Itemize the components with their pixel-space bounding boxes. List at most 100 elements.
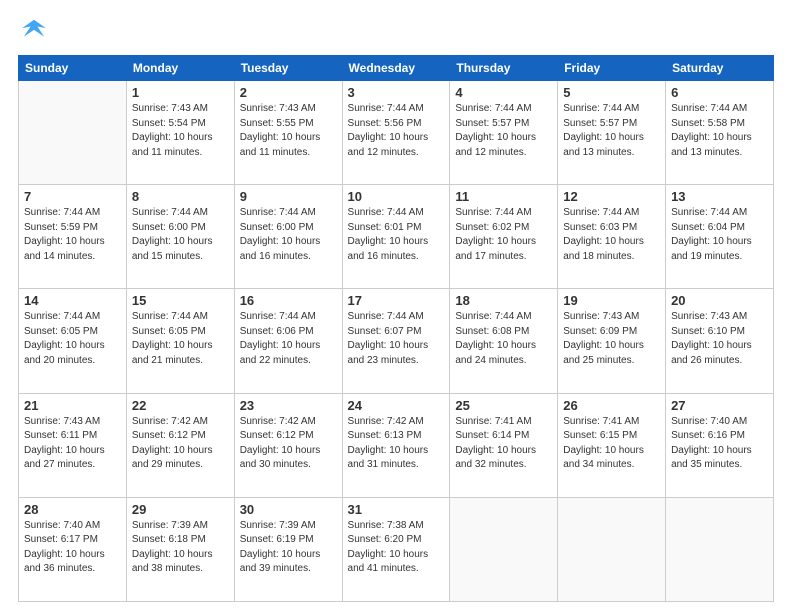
day-number: 7 bbox=[24, 189, 121, 204]
calendar-day-cell bbox=[666, 497, 774, 601]
weekday-header-cell: Friday bbox=[558, 56, 666, 81]
day-number: 24 bbox=[348, 398, 445, 413]
header bbox=[18, 18, 774, 45]
day-info: Sunrise: 7:43 AM Sunset: 6:11 PM Dayligh… bbox=[24, 415, 121, 473]
day-number: 9 bbox=[240, 189, 337, 204]
day-info: Sunrise: 7:43 AM Sunset: 6:10 PM Dayligh… bbox=[671, 310, 768, 368]
logo-bird-icon bbox=[20, 18, 48, 40]
weekday-header-cell: Sunday bbox=[19, 56, 127, 81]
sunrise-text: Sunrise: 7:44 AM bbox=[240, 207, 316, 218]
sunrise-text: Sunrise: 7:40 AM bbox=[671, 416, 747, 427]
daylight-text: Daylight: 10 hours and 41 minutes. bbox=[348, 549, 429, 575]
calendar-day-cell: 11 Sunrise: 7:44 AM Sunset: 6:02 PM Dayl… bbox=[450, 185, 558, 289]
daylight-text: Daylight: 10 hours and 31 minutes. bbox=[348, 445, 429, 471]
day-number: 13 bbox=[671, 189, 768, 204]
day-info: Sunrise: 7:44 AM Sunset: 5:59 PM Dayligh… bbox=[24, 206, 121, 264]
sunrise-text: Sunrise: 7:41 AM bbox=[455, 416, 531, 427]
sunset-text: Sunset: 6:17 PM bbox=[24, 534, 98, 545]
sunrise-text: Sunrise: 7:44 AM bbox=[671, 103, 747, 114]
page: SundayMondayTuesdayWednesdayThursdayFrid… bbox=[0, 0, 792, 612]
day-number: 5 bbox=[563, 85, 660, 100]
sunset-text: Sunset: 5:54 PM bbox=[132, 118, 206, 129]
sunrise-text: Sunrise: 7:40 AM bbox=[24, 520, 100, 531]
day-info: Sunrise: 7:44 AM Sunset: 6:02 PM Dayligh… bbox=[455, 206, 552, 264]
calendar-day-cell: 29 Sunrise: 7:39 AM Sunset: 6:18 PM Dayl… bbox=[126, 497, 234, 601]
day-info: Sunrise: 7:42 AM Sunset: 6:12 PM Dayligh… bbox=[240, 415, 337, 473]
calendar-day-cell: 17 Sunrise: 7:44 AM Sunset: 6:07 PM Dayl… bbox=[342, 289, 450, 393]
calendar-day-cell bbox=[19, 81, 127, 185]
calendar-day-cell: 1 Sunrise: 7:43 AM Sunset: 5:54 PM Dayli… bbox=[126, 81, 234, 185]
daylight-text: Daylight: 10 hours and 12 minutes. bbox=[455, 132, 536, 158]
sunset-text: Sunset: 6:01 PM bbox=[348, 222, 422, 233]
sunset-text: Sunset: 6:02 PM bbox=[455, 222, 529, 233]
sunrise-text: Sunrise: 7:44 AM bbox=[671, 207, 747, 218]
daylight-text: Daylight: 10 hours and 39 minutes. bbox=[240, 549, 321, 575]
sunset-text: Sunset: 6:06 PM bbox=[240, 326, 314, 337]
calendar-day-cell: 3 Sunrise: 7:44 AM Sunset: 5:56 PM Dayli… bbox=[342, 81, 450, 185]
daylight-text: Daylight: 10 hours and 18 minutes. bbox=[563, 236, 644, 262]
sunrise-text: Sunrise: 7:44 AM bbox=[348, 103, 424, 114]
sunset-text: Sunset: 6:11 PM bbox=[24, 430, 97, 441]
day-info: Sunrise: 7:44 AM Sunset: 6:01 PM Dayligh… bbox=[348, 206, 445, 264]
sunset-text: Sunset: 6:13 PM bbox=[348, 430, 422, 441]
day-number: 22 bbox=[132, 398, 229, 413]
day-number: 17 bbox=[348, 293, 445, 308]
day-info: Sunrise: 7:44 AM Sunset: 6:00 PM Dayligh… bbox=[132, 206, 229, 264]
day-info: Sunrise: 7:44 AM Sunset: 6:08 PM Dayligh… bbox=[455, 310, 552, 368]
sunrise-text: Sunrise: 7:42 AM bbox=[240, 416, 316, 427]
daylight-text: Daylight: 10 hours and 32 minutes. bbox=[455, 445, 536, 471]
sunset-text: Sunset: 6:09 PM bbox=[563, 326, 637, 337]
daylight-text: Daylight: 10 hours and 20 minutes. bbox=[24, 340, 105, 366]
daylight-text: Daylight: 10 hours and 15 minutes. bbox=[132, 236, 213, 262]
calendar-day-cell: 31 Sunrise: 7:38 AM Sunset: 6:20 PM Dayl… bbox=[342, 497, 450, 601]
daylight-text: Daylight: 10 hours and 29 minutes. bbox=[132, 445, 213, 471]
daylight-text: Daylight: 10 hours and 36 minutes. bbox=[24, 549, 105, 575]
sunset-text: Sunset: 6:00 PM bbox=[240, 222, 314, 233]
weekday-header-cell: Thursday bbox=[450, 56, 558, 81]
day-info: Sunrise: 7:44 AM Sunset: 5:56 PM Dayligh… bbox=[348, 102, 445, 160]
daylight-text: Daylight: 10 hours and 19 minutes. bbox=[671, 236, 752, 262]
calendar-day-cell: 21 Sunrise: 7:43 AM Sunset: 6:11 PM Dayl… bbox=[19, 393, 127, 497]
calendar-day-cell: 23 Sunrise: 7:42 AM Sunset: 6:12 PM Dayl… bbox=[234, 393, 342, 497]
calendar-day-cell: 30 Sunrise: 7:39 AM Sunset: 6:19 PM Dayl… bbox=[234, 497, 342, 601]
calendar-day-cell: 28 Sunrise: 7:40 AM Sunset: 6:17 PM Dayl… bbox=[19, 497, 127, 601]
day-info: Sunrise: 7:44 AM Sunset: 5:57 PM Dayligh… bbox=[455, 102, 552, 160]
sunrise-text: Sunrise: 7:43 AM bbox=[671, 311, 747, 322]
sunset-text: Sunset: 6:12 PM bbox=[240, 430, 314, 441]
day-info: Sunrise: 7:43 AM Sunset: 5:54 PM Dayligh… bbox=[132, 102, 229, 160]
daylight-text: Daylight: 10 hours and 27 minutes. bbox=[24, 445, 105, 471]
calendar-day-cell: 5 Sunrise: 7:44 AM Sunset: 5:57 PM Dayli… bbox=[558, 81, 666, 185]
sunset-text: Sunset: 6:15 PM bbox=[563, 430, 637, 441]
day-number: 15 bbox=[132, 293, 229, 308]
day-info: Sunrise: 7:44 AM Sunset: 5:58 PM Dayligh… bbox=[671, 102, 768, 160]
sunrise-text: Sunrise: 7:44 AM bbox=[132, 207, 208, 218]
sunset-text: Sunset: 6:05 PM bbox=[24, 326, 98, 337]
day-info: Sunrise: 7:40 AM Sunset: 6:16 PM Dayligh… bbox=[671, 415, 768, 473]
sunset-text: Sunset: 5:58 PM bbox=[671, 118, 745, 129]
calendar-body: 1 Sunrise: 7:43 AM Sunset: 5:54 PM Dayli… bbox=[19, 81, 774, 602]
day-number: 11 bbox=[455, 189, 552, 204]
sunset-text: Sunset: 6:19 PM bbox=[240, 534, 314, 545]
sunset-text: Sunset: 6:12 PM bbox=[132, 430, 206, 441]
calendar-day-cell: 25 Sunrise: 7:41 AM Sunset: 6:14 PM Dayl… bbox=[450, 393, 558, 497]
sunrise-text: Sunrise: 7:44 AM bbox=[348, 207, 424, 218]
calendar-day-cell: 2 Sunrise: 7:43 AM Sunset: 5:55 PM Dayli… bbox=[234, 81, 342, 185]
sunrise-text: Sunrise: 7:44 AM bbox=[563, 207, 639, 218]
sunset-text: Sunset: 6:20 PM bbox=[348, 534, 422, 545]
day-info: Sunrise: 7:42 AM Sunset: 6:13 PM Dayligh… bbox=[348, 415, 445, 473]
sunrise-text: Sunrise: 7:44 AM bbox=[348, 311, 424, 322]
sunrise-text: Sunrise: 7:44 AM bbox=[563, 103, 639, 114]
day-number: 1 bbox=[132, 85, 229, 100]
day-number: 3 bbox=[348, 85, 445, 100]
calendar-day-cell: 15 Sunrise: 7:44 AM Sunset: 6:05 PM Dayl… bbox=[126, 289, 234, 393]
day-info: Sunrise: 7:44 AM Sunset: 6:03 PM Dayligh… bbox=[563, 206, 660, 264]
calendar-week-row: 21 Sunrise: 7:43 AM Sunset: 6:11 PM Dayl… bbox=[19, 393, 774, 497]
calendar-day-cell: 4 Sunrise: 7:44 AM Sunset: 5:57 PM Dayli… bbox=[450, 81, 558, 185]
day-number: 16 bbox=[240, 293, 337, 308]
sunrise-text: Sunrise: 7:43 AM bbox=[132, 103, 208, 114]
day-info: Sunrise: 7:44 AM Sunset: 6:05 PM Dayligh… bbox=[132, 310, 229, 368]
calendar-day-cell: 26 Sunrise: 7:41 AM Sunset: 6:15 PM Dayl… bbox=[558, 393, 666, 497]
sunrise-text: Sunrise: 7:44 AM bbox=[455, 103, 531, 114]
sunset-text: Sunset: 5:55 PM bbox=[240, 118, 314, 129]
sunset-text: Sunset: 5:57 PM bbox=[563, 118, 637, 129]
